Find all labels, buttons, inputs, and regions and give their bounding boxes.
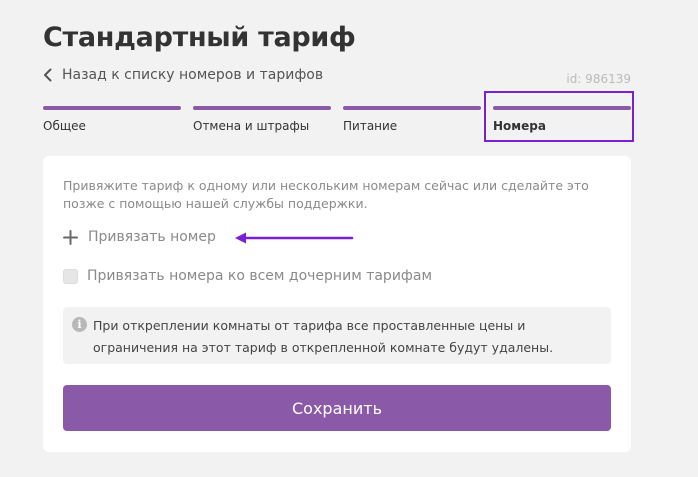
step-label: Отмена и штрафы xyxy=(193,119,310,133)
page-title: Стандартный тариф xyxy=(43,22,356,53)
step-general[interactable]: Общее xyxy=(43,106,181,133)
step-meals[interactable]: Питание xyxy=(343,106,481,133)
step-label: Номера xyxy=(493,119,546,133)
step-label: Общее xyxy=(43,119,86,133)
step-cancellation[interactable]: Отмена и штрафы xyxy=(193,106,331,133)
save-button[interactable]: Сохранить xyxy=(63,385,611,431)
plus-icon xyxy=(63,229,78,245)
wizard-steps: Общее Отмена и штрафы Питание Номера xyxy=(43,106,631,136)
link-room-label: Привязать номер xyxy=(88,229,216,245)
rooms-card: Привяжите тариф к одному или нескольким … xyxy=(43,156,631,452)
link-room-button[interactable]: Привязать номер xyxy=(63,229,216,245)
intro-text: Привяжите тариф к одному или нескольким … xyxy=(63,178,589,211)
step-label: Питание xyxy=(343,119,398,133)
checkbox-label[interactable]: Привязать номера ко всем дочерним тарифа… xyxy=(87,268,432,284)
step-progress-bar xyxy=(193,106,331,110)
info-icon: i xyxy=(72,317,87,332)
link-child-tariffs-checkbox[interactable] xyxy=(63,268,78,284)
info-notice: i При откреплении комнаты от тарифа все … xyxy=(63,307,611,364)
step-progress-bar xyxy=(493,106,631,110)
info-text: При откреплении комнаты от тарифа все пр… xyxy=(93,318,554,355)
step-progress-bar xyxy=(43,106,181,110)
step-progress-bar xyxy=(343,106,481,110)
back-to-list-link[interactable]: Назад к списку номеров и тарифов xyxy=(43,67,323,83)
tariff-id: id: 986139 xyxy=(566,72,631,86)
arrow-left-icon xyxy=(234,230,354,249)
link-child-tariffs-option: Привязать номера ко всем дочерним тарифа… xyxy=(63,268,432,284)
back-link-label: Назад к списку номеров и тарифов xyxy=(62,67,324,83)
chevron-left-icon xyxy=(43,68,52,82)
step-rooms[interactable]: Номера xyxy=(493,106,631,133)
